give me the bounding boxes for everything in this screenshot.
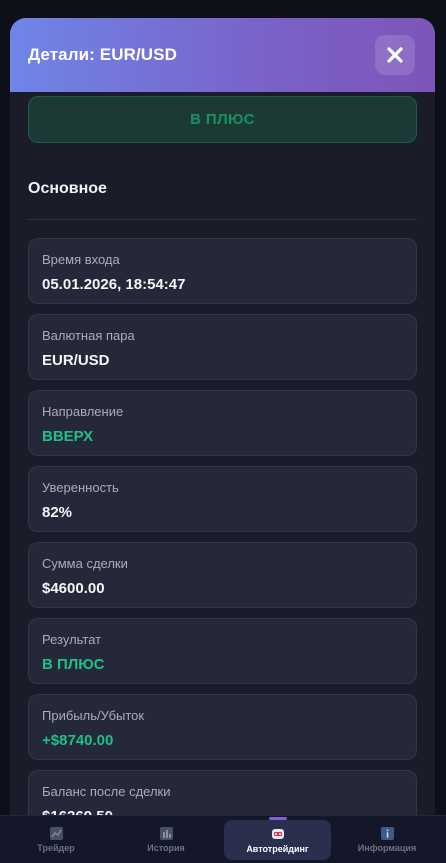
info-icon <box>380 827 394 840</box>
field-label: Направление <box>42 404 124 419</box>
result-banner: В ПЛЮС <box>28 96 417 143</box>
modal-body[interactable]: В ПЛЮС Основное Время входа 05.01.2026, … <box>10 92 435 818</box>
chart-icon <box>49 827 63 840</box>
nav-item-autotrading[interactable]: Автотрейдинг <box>224 817 331 860</box>
field-label: Валютная пара <box>42 328 135 343</box>
modal-title: Детали: EUR/USD <box>28 45 177 64</box>
field-value: 05.01.2026, 18:54:47 <box>42 276 186 293</box>
section-divider <box>28 219 417 220</box>
bottom-navigation: Трейдер История Автотрейдинг Информация <box>0 815 446 863</box>
field-label: Уверенность <box>42 480 119 495</box>
field-label: Результат <box>42 632 102 647</box>
field-value: 82% <box>42 504 73 521</box>
field-value: В ПЛЮС <box>42 656 105 673</box>
nav-label: Информация <box>357 843 417 853</box>
nav-label: История <box>147 843 185 853</box>
field-label: Прибыль/Убыток <box>42 708 145 723</box>
field-value: +$8740.00 <box>42 732 114 749</box>
section-title: Основное <box>28 180 107 197</box>
field-card-profit-loss: Прибыль/Убыток +$8740.00 <box>28 694 417 760</box>
field-label: Баланс после сделки <box>42 784 171 799</box>
field-card-result: Результат В ПЛЮС <box>28 618 417 684</box>
field-label: Сумма сделки <box>42 556 128 571</box>
field-card-confidence: Уверенность 82% <box>28 466 417 532</box>
nav-item-info[interactable]: Информация <box>335 820 439 860</box>
nav-label: Автотрейдинг <box>246 843 309 854</box>
robot-icon <box>271 828 284 839</box>
close-icon <box>387 47 403 63</box>
history-icon <box>159 827 173 840</box>
field-card-entry-time: Время входа 05.01.2026, 18:54:47 <box>28 238 417 304</box>
field-card-balance-after: Баланс после сделки $16269.50 <box>28 770 417 818</box>
close-button[interactable] <box>375 35 415 75</box>
modal-header: Детали: EUR/USD <box>10 18 435 92</box>
nav-item-history[interactable]: История <box>114 820 218 860</box>
field-value: EUR/USD <box>42 352 110 369</box>
field-card-currency-pair: Валютная пара EUR/USD <box>28 314 417 380</box>
field-value: ВВЕРХ <box>42 428 94 445</box>
trade-details-modal: Детали: EUR/USD В ПЛЮС Основное Время вх… <box>10 18 435 818</box>
field-card-trade-amount: Сумма сделки $4600.00 <box>28 542 417 608</box>
field-card-direction: Направление ВВЕРХ <box>28 390 417 456</box>
nav-item-trader[interactable]: Трейдер <box>4 820 108 860</box>
nav-label: Трейдер <box>37 843 75 853</box>
field-label: Время входа <box>42 252 120 267</box>
field-value: $4600.00 <box>42 580 105 597</box>
